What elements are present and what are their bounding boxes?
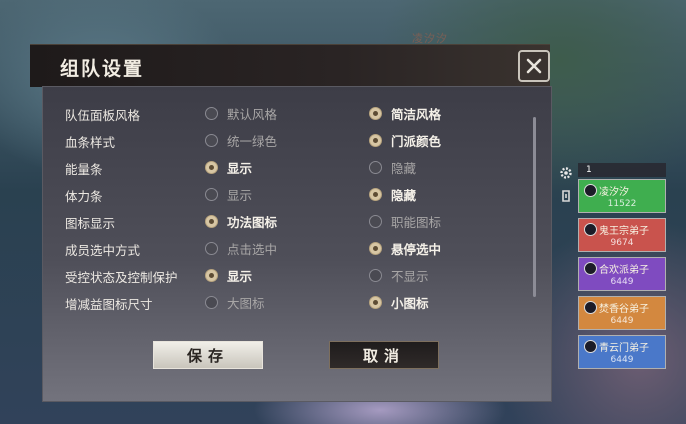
dialog-title: 组队设置	[60, 58, 145, 80]
option-label: 显示	[227, 187, 253, 203]
member-name: 青云门弟子	[599, 343, 649, 354]
option-label: 隐藏	[391, 160, 417, 176]
option-label: 不显示	[391, 268, 429, 284]
team-member-card[interactable]: 鬼王宗弟子 9674	[578, 218, 666, 252]
sect-icon	[584, 184, 597, 197]
leave-team-icon[interactable]	[558, 188, 574, 204]
option-label: 显示	[227, 268, 253, 284]
member-name: 凌汐汐	[599, 187, 629, 198]
scrollbar[interactable]	[533, 117, 536, 297]
setting-row: 图标显示 功法图标 职能图标	[65, 211, 505, 231]
radio-option[interactable]: 显示	[205, 265, 252, 285]
setting-label: 体力条	[65, 189, 103, 204]
member-hp: 9674	[610, 238, 634, 248]
option-label: 简洁风格	[391, 106, 442, 122]
radio-option[interactable]: 点击选中	[205, 238, 277, 258]
radio-option[interactable]: 简洁风格	[369, 103, 441, 123]
member-hp: 6449	[610, 355, 634, 365]
setting-label: 成员选中方式	[65, 243, 141, 258]
radio-button[interactable]	[369, 133, 382, 147]
dialog-body: 队伍面板风格 默认风格 简洁风格 血条样式 统一绿色 门派颜色 能量条 显示 隐藏 体力条 显示 隐藏…	[42, 86, 552, 402]
setting-row: 体力条 显示 隐藏	[65, 184, 505, 204]
option-label: 门派颜色	[391, 133, 442, 149]
radio-button[interactable]	[205, 133, 218, 147]
radio-option[interactable]: 不显示	[369, 265, 429, 285]
member-name: 焚香谷弟子	[599, 304, 649, 315]
member-name: 合欢派弟子	[599, 265, 649, 276]
option-label: 显示	[227, 160, 253, 176]
radio-option[interactable]: 功法图标	[205, 211, 277, 231]
setting-label: 血条样式	[65, 135, 116, 150]
option-label: 悬停选中	[391, 241, 442, 257]
setting-label: 增减益图标尺寸	[65, 297, 153, 312]
radio-button[interactable]	[369, 187, 382, 201]
option-label: 大图标	[227, 295, 265, 311]
setting-row: 受控状态及控制保护 显示 不显示	[65, 265, 505, 285]
sect-icon	[584, 340, 597, 353]
sect-icon	[584, 262, 597, 275]
setting-label: 图标显示	[65, 216, 116, 231]
radio-button[interactable]	[205, 106, 218, 120]
radio-option[interactable]: 隐藏	[369, 157, 416, 177]
option-label: 统一绿色	[227, 133, 278, 149]
radio-button[interactable]	[369, 106, 382, 120]
member-name: 鬼王宗弟子	[599, 226, 649, 237]
team-header: 1	[578, 163, 666, 177]
radio-option[interactable]: 大图标	[205, 292, 265, 312]
setting-row: 能量条 显示 隐藏	[65, 157, 505, 177]
radio-option[interactable]: 悬停选中	[369, 238, 441, 258]
team-member-card[interactable]: 青云门弟子 6449	[578, 335, 666, 369]
team-member-card[interactable]: 合欢派弟子 6449	[578, 257, 666, 291]
radio-button[interactable]	[205, 241, 218, 255]
close-button[interactable]	[518, 50, 550, 82]
radio-option[interactable]: 职能图标	[369, 211, 441, 231]
radio-button[interactable]	[369, 214, 382, 228]
radio-option[interactable]: 门派颜色	[369, 130, 441, 150]
radio-button[interactable]	[369, 295, 382, 309]
option-label: 小图标	[391, 295, 429, 311]
option-label: 点击选中	[227, 241, 278, 257]
setting-row: 增减益图标尺寸 大图标 小图标	[65, 292, 505, 312]
radio-option[interactable]: 默认风格	[205, 103, 277, 123]
setting-label: 受控状态及控制保护	[65, 270, 178, 285]
radio-button[interactable]	[205, 268, 218, 282]
member-hp: 11522	[607, 199, 637, 209]
sect-icon	[584, 301, 597, 314]
team-member-card[interactable]: 凌汐汐 11522	[578, 179, 666, 213]
setting-label: 队伍面板风格	[65, 108, 141, 123]
gear-icon[interactable]	[558, 165, 574, 181]
option-label: 职能图标	[391, 214, 442, 230]
option-label: 隐藏	[391, 187, 417, 203]
option-label: 功法图标	[227, 214, 278, 230]
radio-button[interactable]	[205, 187, 218, 201]
radio-option[interactable]: 小图标	[369, 292, 429, 312]
setting-row: 血条样式 统一绿色 门派颜色	[65, 130, 505, 150]
radio-option[interactable]: 显示	[205, 157, 252, 177]
dialog-header: 组队设置	[30, 44, 550, 87]
radio-button[interactable]	[205, 295, 218, 309]
radio-button[interactable]	[369, 160, 382, 174]
option-label: 默认风格	[227, 106, 278, 122]
team-member-card[interactable]: 焚香谷弟子 6449	[578, 296, 666, 330]
radio-button[interactable]	[369, 268, 382, 282]
radio-button[interactable]	[205, 214, 218, 228]
member-hp: 6449	[610, 316, 634, 326]
radio-option[interactable]: 显示	[205, 184, 252, 204]
setting-row: 队伍面板风格 默认风格 简洁风格	[65, 103, 505, 123]
close-icon	[526, 58, 542, 74]
radio-option[interactable]: 统一绿色	[205, 130, 277, 150]
team-settings-dialog: 组队设置 队伍面板风格 默认风格 简洁风格 血条样式 统一绿色 门派颜色 能量条 显示 隐藏 体力…	[30, 44, 552, 402]
radio-button[interactable]	[205, 160, 218, 174]
save-button[interactable]: 保存	[153, 341, 263, 369]
radio-option[interactable]: 隐藏	[369, 184, 416, 204]
member-hp: 6449	[610, 277, 634, 287]
setting-label: 能量条	[65, 162, 103, 177]
sect-icon	[584, 223, 597, 236]
radio-button[interactable]	[369, 241, 382, 255]
setting-row: 成员选中方式 点击选中 悬停选中	[65, 238, 505, 258]
cancel-button[interactable]: 取消	[329, 341, 439, 369]
